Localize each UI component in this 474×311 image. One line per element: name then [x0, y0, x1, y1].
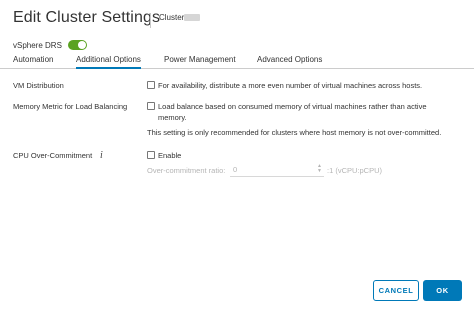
- tab-power-management[interactable]: Power Management: [164, 55, 236, 67]
- vm-distribution-option[interactable]: For availability, distribute a more even…: [147, 80, 422, 91]
- vm-distribution-label: VM Distribution: [13, 81, 64, 90]
- cluster-name-redacted: [184, 14, 201, 21]
- overcommit-ratio-label: Over-commitment ratio:: [147, 166, 226, 175]
- memory-metric-text-line2: memory.: [158, 113, 187, 122]
- cpu-overcommit-option[interactable]: Enable: [147, 150, 181, 161]
- title-divider: [150, 13, 151, 28]
- dialog-title: Edit Cluster Settings: [13, 9, 161, 26]
- cluster-name-text: Cluster: [159, 13, 185, 22]
- vm-distribution-checkbox[interactable]: [147, 81, 155, 89]
- drs-row: vSphere DRS: [13, 40, 87, 50]
- tab-automation[interactable]: Automation: [13, 55, 53, 67]
- memory-metric-option[interactable]: Load balance based on consumed memory of…: [147, 101, 426, 123]
- cpu-overcommit-checkbox[interactable]: [147, 151, 155, 159]
- memory-metric-label: Memory Metric for Load Balancing: [13, 102, 128, 111]
- memory-metric-note: This setting is only recommended for clu…: [147, 128, 442, 137]
- cpu-overcommit-label: CPU Over-Commitment: [13, 151, 93, 160]
- drs-toggle[interactable]: [67, 40, 87, 50]
- overcommit-ratio-unit: :1 (vCPU:pCPU): [327, 166, 383, 175]
- overcommit-ratio-value: 0: [233, 165, 238, 174]
- stepper-icon[interactable]: ▲ ▼: [317, 164, 322, 174]
- cancel-button[interactable]: CANCEL: [373, 280, 419, 301]
- overcommit-ratio-input[interactable]: 0 ▲ ▼: [230, 164, 324, 177]
- tab-advanced-options[interactable]: Advanced Options: [257, 55, 322, 67]
- tab-bar: Automation Additional Options Power Mana…: [0, 54, 474, 69]
- ok-button[interactable]: OK: [423, 280, 462, 301]
- memory-metric-checkbox[interactable]: [147, 102, 155, 110]
- edit-cluster-settings-dialog: Edit Cluster Settings Cluster vSphere DR…: [0, 0, 474, 311]
- drs-label: vSphere DRS: [13, 40, 62, 50]
- cpu-overcommit-enable-text: Enable: [158, 151, 182, 160]
- memory-metric-text-line1: Load balance based on consumed memory of…: [158, 102, 427, 111]
- toggle-knob: [77, 41, 86, 49]
- cluster-name: Cluster: [159, 13, 201, 22]
- info-icon[interactable]: i: [100, 150, 103, 161]
- vm-distribution-text: For availability, distribute a more even…: [158, 81, 423, 90]
- tab-additional-options[interactable]: Additional Options: [76, 55, 141, 69]
- memory-metric-text: Load balance based on consumed memory of…: [158, 101, 426, 123]
